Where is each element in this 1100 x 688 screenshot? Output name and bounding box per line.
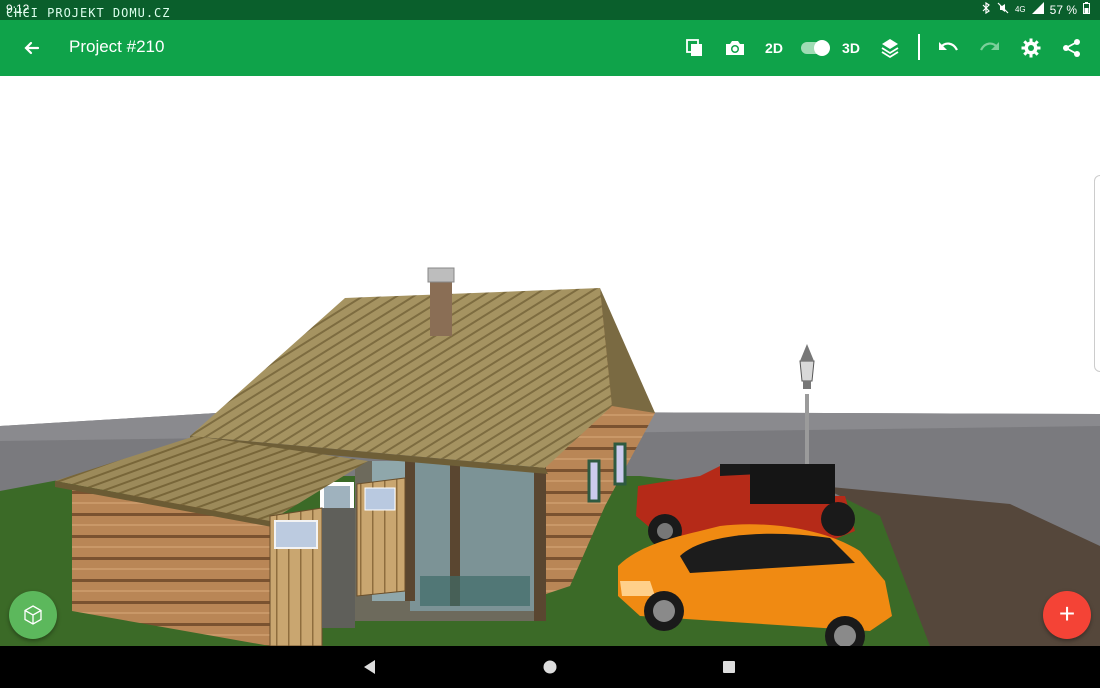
main-roof bbox=[190, 288, 612, 468]
undo-button[interactable] bbox=[936, 36, 960, 60]
view-mode-toggle[interactable] bbox=[800, 39, 832, 57]
nav-back-icon[interactable] bbox=[362, 659, 378, 675]
camera-button[interactable] bbox=[723, 36, 747, 60]
chimney bbox=[427, 267, 455, 336]
nav-recents-icon[interactable] bbox=[721, 659, 737, 675]
nav-home-icon[interactable] bbox=[542, 659, 558, 675]
page-title: Project #210 bbox=[69, 37, 165, 56]
share-icon bbox=[1063, 39, 1080, 57]
mode-2d-button[interactable]: 2D bbox=[762, 36, 786, 60]
cube-icon bbox=[24, 605, 42, 625]
status-bar: 9:12 CHCI PROJEKT DOMU.CZ 4G 57 % bbox=[0, 0, 1100, 20]
add-button[interactable]: + bbox=[1043, 591, 1091, 639]
battery-icon bbox=[1083, 2, 1090, 17]
copy-button[interactable] bbox=[682, 36, 706, 60]
app-toolbar: Project #210 2D 3D bbox=[0, 20, 1100, 76]
camera-icon bbox=[726, 41, 744, 55]
mode-3d-button[interactable]: 3D bbox=[839, 36, 863, 60]
layers-button[interactable] bbox=[878, 36, 902, 60]
back-arrow-icon bbox=[24, 41, 40, 55]
mute-icon bbox=[997, 2, 1009, 17]
view-cube-button[interactable] bbox=[9, 591, 57, 639]
battery-text: 57 % bbox=[1049, 2, 1077, 17]
system-nav-bar bbox=[0, 646, 1100, 688]
undo-icon bbox=[939, 42, 958, 51]
bluetooth-icon bbox=[981, 1, 991, 17]
layers-icon bbox=[881, 39, 899, 59]
status-icons: 4G 57 % bbox=[981, 1, 1090, 17]
settings-icon bbox=[1021, 38, 1041, 58]
side-panel-handle[interactable] bbox=[1094, 175, 1100, 372]
3d-viewport[interactable] bbox=[0, 76, 1100, 646]
scene-render bbox=[0, 267, 1100, 646]
back-button[interactable] bbox=[18, 34, 46, 62]
network-label: 4G bbox=[1014, 5, 1026, 14]
redo-button[interactable] bbox=[978, 36, 1002, 60]
settings-button[interactable] bbox=[1019, 36, 1043, 60]
add-icon: + bbox=[1058, 598, 1076, 629]
copy-icon bbox=[686, 39, 702, 56]
toolbar-divider bbox=[918, 34, 920, 60]
redo-icon bbox=[980, 42, 999, 51]
share-button[interactable] bbox=[1060, 36, 1084, 60]
watermark-text: CHCI PROJEKT DOMU.CZ bbox=[6, 6, 171, 20]
signal-icon bbox=[1031, 2, 1044, 17]
